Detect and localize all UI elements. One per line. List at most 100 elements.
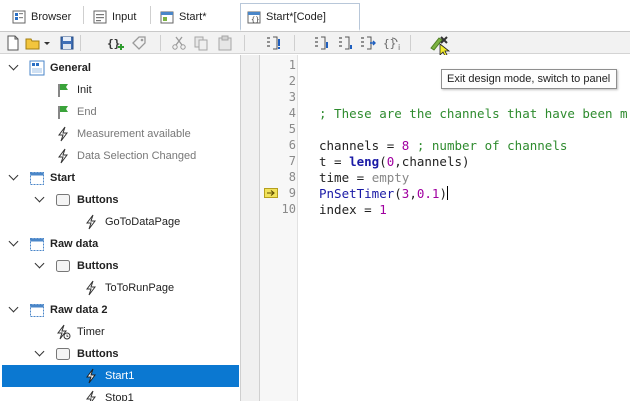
event-tree: General Init End Measurement available D… — [0, 55, 241, 401]
tab-browser[interactable]: Browser — [6, 4, 71, 30]
line-number: 2 — [288, 74, 296, 88]
code-editor[interactable]: 1 2 3 4 5 6 7 8 9 10 ; These are the cha… — [260, 55, 630, 401]
line-number: 1 — [288, 58, 296, 72]
tree-node-measurement-available[interactable]: Measurement available — [0, 123, 240, 145]
tab-start-panel[interactable]: Start* — [154, 4, 207, 30]
tree-node-end[interactable]: End — [0, 101, 240, 123]
cut-icon[interactable] — [170, 34, 188, 52]
timer-lightning-icon — [55, 324, 71, 340]
browser-icon — [12, 10, 26, 24]
tab-label: Browser — [31, 11, 72, 23]
code-text: ( — [394, 186, 402, 201]
save-icon[interactable] — [58, 34, 76, 52]
tree-node-timer[interactable]: Timer — [0, 321, 240, 343]
code-comment: ; number of channels — [409, 138, 568, 153]
page-node-icon — [29, 236, 45, 252]
step-over-icon[interactable] — [336, 34, 354, 52]
tree-node-init[interactable]: Init — [0, 79, 240, 101]
line-number: 6 — [288, 138, 296, 152]
step-into-icon[interactable] — [312, 34, 330, 52]
code-constant: empty — [371, 170, 410, 185]
line-number-gutter: 1 2 3 4 5 6 7 8 9 10 — [260, 55, 298, 401]
tree-node-buttons[interactable]: Buttons — [0, 189, 240, 211]
paste-icon[interactable] — [216, 34, 234, 52]
chevron-down-icon[interactable] — [35, 260, 45, 270]
tooltip: Exit design mode, switch to panel — [441, 69, 617, 89]
tree-node-start1[interactable]: Start1 — [2, 365, 239, 387]
chevron-down-icon[interactable] — [9, 172, 19, 182]
toolbar: {} {} i — [0, 32, 630, 57]
code-line-6: channels = 8 ; number of channels — [319, 138, 567, 153]
code-text: channels = — [319, 138, 402, 153]
tree-node-label: Buttons — [77, 260, 119, 272]
add-event-icon[interactable]: {} — [106, 34, 126, 52]
button-group-icon — [55, 258, 71, 274]
lightning-icon — [83, 390, 99, 401]
tree-node-gotodatapage[interactable]: GoToDataPage — [0, 211, 240, 233]
run-to-line-icon[interactable] — [264, 34, 282, 52]
svg-text:i: i — [398, 43, 400, 52]
tree-node-label: Data Selection Changed — [77, 150, 197, 162]
page-node-icon — [29, 170, 45, 186]
code-keyword: leng — [349, 154, 380, 169]
tag-icon[interactable] — [130, 34, 148, 52]
chevron-down-icon[interactable] — [35, 194, 45, 204]
tree-node-raw-data-2[interactable]: Raw data 2 — [0, 299, 240, 321]
tab-start-code[interactable]: {} Start*[Code] — [240, 3, 360, 31]
code-number: 0.1 — [416, 186, 440, 201]
toolbar-separator — [410, 35, 411, 51]
tree-node-label: Timer — [77, 326, 105, 338]
svg-text:{}: {} — [107, 37, 120, 50]
exit-design-mode-icon[interactable] — [428, 34, 451, 57]
tab-input[interactable]: Input — [87, 4, 136, 30]
lightning-icon — [83, 214, 99, 230]
step-out-icon[interactable] — [358, 34, 376, 52]
tree-node-label: Buttons — [77, 348, 119, 360]
code-text: ) — [439, 186, 447, 201]
lightning-icon — [83, 280, 99, 296]
tree-node-start[interactable]: Start — [0, 167, 240, 189]
lightning-icon — [55, 148, 71, 164]
toolbar-separator — [160, 35, 161, 51]
tree-node-stop1[interactable]: Stop1 — [0, 387, 240, 401]
dropdown-icon[interactable] — [42, 34, 52, 52]
tab-label: Start*[Code] — [266, 10, 326, 23]
open-folder-icon[interactable] — [24, 34, 42, 52]
flag-green-icon — [55, 104, 71, 120]
tree-node-buttons[interactable]: Buttons — [0, 343, 240, 365]
new-icon[interactable] — [4, 34, 22, 52]
flag-green-icon — [55, 82, 71, 98]
tree-node-buttons[interactable]: Buttons — [0, 255, 240, 277]
lightning-icon — [55, 126, 71, 142]
code-number: 1 — [379, 202, 387, 217]
code-text: ,channels) — [394, 154, 470, 169]
chevron-down-icon[interactable] — [9, 304, 19, 314]
tree-node-data-selection-changed[interactable]: Data Selection Changed — [0, 145, 240, 167]
tree-node-label: Start1 — [105, 370, 135, 382]
line-number: 3 — [288, 90, 296, 104]
panel-splitter[interactable] — [241, 55, 260, 401]
tree-node-label: End — [77, 106, 97, 118]
tree-node-general[interactable]: General — [0, 57, 240, 79]
tab-separator — [150, 6, 151, 24]
tree-node-label: Measurement available — [77, 128, 191, 140]
code-text: , — [409, 186, 417, 201]
chevron-down-icon[interactable] — [9, 62, 19, 72]
button-group-icon — [55, 346, 71, 362]
execution-pointer-icon — [264, 188, 278, 198]
tree-node-label: General — [50, 62, 91, 74]
step-run-icon[interactable]: {} i — [382, 34, 404, 52]
line-number: 4 — [288, 106, 296, 120]
code-line-8: time = empty — [319, 170, 409, 185]
line-number: 10 — [281, 202, 296, 216]
copy-icon[interactable] — [192, 34, 210, 52]
chevron-down-icon[interactable] — [35, 348, 45, 358]
tab-label: Start* — [179, 11, 207, 23]
chevron-down-icon[interactable] — [9, 238, 19, 248]
tree-node-totorunpage[interactable]: ToToRunPage — [0, 277, 240, 299]
code-line-4: ; These are the channels that have been … — [319, 106, 628, 121]
tree-node-raw-data[interactable]: Raw data — [0, 233, 240, 255]
code-text: ( — [379, 154, 387, 169]
tree-node-label: ToToRunPage — [105, 282, 175, 294]
tree-node-label: Init — [77, 84, 92, 96]
